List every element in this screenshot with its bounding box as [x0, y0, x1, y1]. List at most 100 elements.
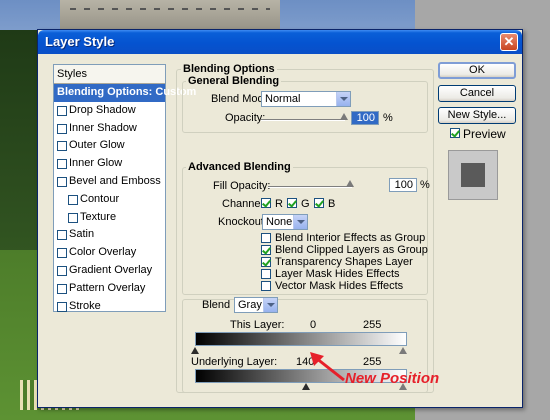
style-item-satin[interactable]: Satin [54, 226, 165, 244]
title-bar[interactable]: Layer Style ✕ [38, 30, 522, 54]
style-item-label: Texture [80, 210, 117, 223]
knockout-select[interactable]: None [262, 214, 308, 230]
style-item-label: Pattern Overlay [69, 281, 146, 294]
general-blending-group [182, 81, 428, 133]
fill-opacity-slider-thumb[interactable] [346, 180, 354, 187]
fill-opacity-unit: % [420, 179, 430, 191]
channel-g-checkbox[interactable] [287, 198, 297, 208]
dialog-title: Layer Style [45, 34, 115, 49]
ok-button[interactable]: OK [438, 62, 516, 79]
opacity-label: Opacity: [225, 112, 266, 124]
knockout-label: Knockout: [218, 216, 267, 228]
layer-mask-hides-checkbox[interactable] [261, 269, 271, 279]
preview-thumbnail [448, 150, 498, 200]
transparency-shapes-label: Transparency Shapes Layer [275, 256, 413, 268]
blend-if-select[interactable]: Gray [234, 297, 278, 313]
checkbox-icon[interactable] [57, 159, 67, 170]
vector-mask-hides-checkbox[interactable] [261, 281, 271, 291]
blend-interior-checkbox[interactable] [261, 233, 271, 243]
style-item-stroke[interactable]: Stroke [54, 298, 165, 316]
fill-opacity-slider-track[interactable] [268, 186, 352, 188]
checkbox-icon[interactable] [57, 123, 67, 134]
preview-label: Preview [463, 127, 506, 141]
checkbox-icon[interactable] [68, 194, 78, 205]
this-layer-low-value: 0 [310, 319, 317, 331]
blending-options-panel: Blending Options General Blending Blend … [176, 63, 434, 393]
style-item-label: Inner Shadow [69, 121, 137, 134]
channel-r-checkbox[interactable] [261, 198, 271, 208]
blending-options-title: Blending Options [181, 63, 277, 75]
styles-list: Styles Blending Options: Custom Drop Sha… [53, 64, 196, 312]
style-item-drop-shadow[interactable]: Drop Shadow [54, 102, 165, 120]
general-blending-title: General Blending [186, 75, 282, 87]
close-button[interactable]: ✕ [500, 33, 518, 51]
style-item-bevel-emboss[interactable]: Bevel and Emboss [54, 173, 165, 191]
layer-mask-hides-label: Layer Mask Hides Effects [275, 268, 400, 280]
preview-swatch [461, 163, 485, 187]
checkbox-icon[interactable] [57, 248, 67, 259]
style-item-inner-shadow[interactable]: Inner Shadow [54, 120, 165, 138]
style-item-label: Stroke [69, 299, 101, 312]
blend-interior-label: Blend Interior Effects as Group [275, 232, 426, 244]
checkbox-icon[interactable] [57, 301, 67, 312]
fill-opacity-input[interactable]: 100 [389, 178, 417, 192]
cancel-button[interactable]: Cancel [438, 85, 516, 102]
style-item-label: Inner Glow [69, 157, 123, 170]
checkbox-icon[interactable] [68, 212, 78, 223]
style-item-label: Color Overlay [69, 246, 137, 259]
transparency-shapes-checkbox[interactable] [261, 257, 271, 267]
underlying-layer-label: Underlying Layer: [191, 356, 278, 368]
blend-clipped-checkbox[interactable] [261, 245, 271, 255]
this-layer-high-value: 255 [363, 319, 382, 331]
style-item-inner-glow[interactable]: Inner Glow [54, 155, 165, 173]
channel-r-label: R [275, 198, 283, 210]
style-item-label: Satin [69, 228, 95, 241]
layer-style-dialog: Layer Style ✕ Styles Blending Options: C… [37, 29, 523, 408]
fill-opacity-label: Fill Opacity: [213, 180, 271, 192]
style-item-label: Gradient Overlay [69, 263, 153, 276]
opacity-slider-thumb[interactable] [340, 113, 348, 120]
style-item-label: Outer Glow [69, 139, 125, 152]
blend-mode-select[interactable]: Normal [261, 91, 351, 107]
this-layer-label: This Layer: [230, 319, 285, 331]
styles-header[interactable]: Styles [54, 65, 165, 84]
checkbox-icon[interactable] [57, 141, 67, 152]
knockout-value: None [266, 216, 293, 228]
channel-b-label: B [328, 198, 336, 210]
style-item-contour[interactable]: Contour [54, 191, 165, 209]
checkbox-icon[interactable] [57, 283, 67, 294]
checkbox-icon[interactable] [57, 105, 67, 116]
opacity-slider-track[interactable] [261, 119, 345, 121]
chevron-down-icon [336, 92, 350, 106]
checkbox-icon[interactable] [57, 265, 67, 276]
chevron-down-icon [263, 298, 277, 312]
channel-b-checkbox[interactable] [314, 198, 324, 208]
channel-g-label: G [301, 198, 310, 210]
style-item-blending-options[interactable]: Blending Options: Custom [54, 84, 196, 102]
underlying-layer-high-value: 255 [363, 356, 382, 368]
this-layer-gradient-bar [195, 332, 407, 346]
this-layer-white-slider[interactable] [399, 347, 407, 354]
preview-checkbox[interactable] [450, 128, 460, 138]
opacity-unit: % [383, 112, 393, 124]
advanced-blending-title: Advanced Blending [186, 161, 293, 173]
checkbox-icon[interactable] [57, 176, 67, 187]
this-layer-black-slider[interactable] [191, 347, 199, 354]
blend-clipped-label: Blend Clipped Layers as Group [275, 244, 428, 256]
chevron-down-icon [293, 215, 307, 229]
style-item-label: Contour [80, 192, 120, 205]
red-arrow-icon [310, 352, 345, 382]
style-item-outer-glow[interactable]: Outer Glow [54, 137, 165, 155]
style-item-texture[interactable]: Texture [54, 209, 165, 227]
style-item-gradient-overlay[interactable]: Gradient Overlay [54, 262, 165, 280]
checkbox-icon[interactable] [57, 230, 67, 241]
opacity-input[interactable]: 100 [351, 111, 379, 125]
style-item-label: Drop Shadow [69, 103, 136, 116]
new-style-button[interactable]: New Style... [438, 107, 516, 124]
style-item-color-overlay[interactable]: Color Overlay [54, 244, 165, 262]
blend-if-value: Gray [238, 299, 262, 311]
blend-mode-value: Normal [265, 93, 301, 105]
new-position-annotation: New Position [345, 370, 440, 387]
style-item-label: Bevel and Emboss [69, 174, 161, 187]
style-item-pattern-overlay[interactable]: Pattern Overlay [54, 280, 165, 298]
